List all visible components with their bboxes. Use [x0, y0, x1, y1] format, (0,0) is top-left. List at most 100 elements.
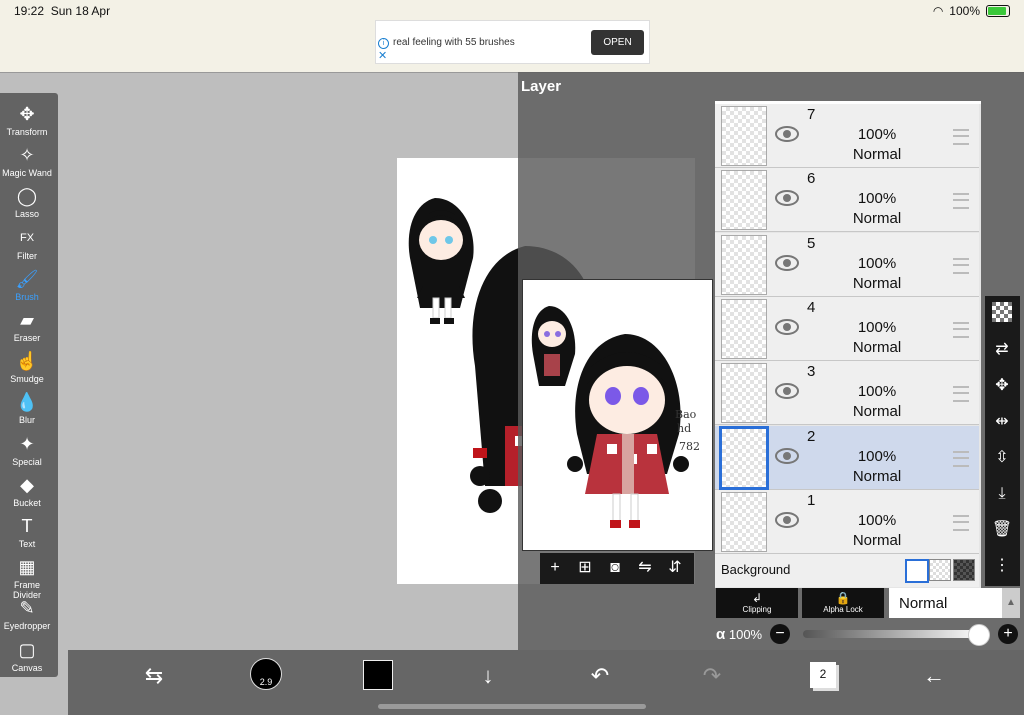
add-special-layer-icon[interactable]: ⊞: [574, 557, 596, 579]
eye-icon[interactable]: [775, 190, 799, 207]
eye-icon[interactable]: [775, 254, 799, 271]
ad-banner[interactable]: i ✕ real feeling with 55 brushes OPEN: [375, 20, 650, 64]
layer-opacity: 100%: [857, 190, 897, 208]
drag-handle-icon[interactable]: [953, 193, 969, 210]
tool-magic-wand[interactable]: ✧ Magic Wand: [0, 140, 54, 180]
redo-icon[interactable]: ↷: [694, 660, 730, 692]
layer-thumbnail[interactable]: [721, 106, 767, 166]
eye-icon[interactable]: [775, 383, 799, 400]
back-arrow-icon[interactable]: ←: [916, 660, 952, 692]
layer-number: 2: [807, 427, 816, 445]
tool-bucket[interactable]: ◆ Bucket: [0, 470, 54, 510]
color-swatch[interactable]: [363, 660, 393, 690]
blend-mode-select[interactable]: Normal ▲: [889, 588, 1020, 618]
layers-button[interactable]: 2: [810, 662, 836, 688]
trash-icon[interactable]: 🗑: [990, 518, 1014, 542]
drag-handle-icon[interactable]: [953, 450, 969, 467]
flip-horizontal-icon[interactable]: ⇋: [634, 557, 656, 579]
tool-eraser[interactable]: ▰ Eraser: [0, 305, 54, 345]
layer-thumbnail[interactable]: [719, 425, 769, 490]
move-layer-icon[interactable]: ✥: [990, 374, 1014, 398]
alpha-symbol: α: [716, 626, 726, 643]
layer-row[interactable]: 7 100% Normal: [715, 104, 979, 168]
opacity-decrease-button[interactable]: −: [770, 624, 790, 644]
tool-frame-divider[interactable]: ▦ Frame Divider: [0, 552, 54, 600]
quick-tools-icon[interactable]: ⇆: [136, 660, 172, 692]
tool-brush[interactable]: 🖌 Brush: [0, 264, 54, 304]
tool-text[interactable]: T Text: [0, 511, 54, 551]
layer-blend-mode: Normal: [852, 274, 902, 292]
ad-open-button[interactable]: OPEN: [591, 30, 644, 55]
opacity-slider-handle[interactable]: [968, 624, 990, 646]
layer-opacity: 100%: [857, 254, 897, 272]
svg-text:782: 782: [679, 440, 700, 453]
layer-opacity: 100%: [857, 126, 897, 143]
tool-label: Magic Wand: [2, 168, 52, 179]
eye-icon[interactable]: [775, 511, 799, 528]
alpha-lock-button[interactable]: 🔒 Alpha Lock: [802, 588, 884, 618]
tool-eyedropper[interactable]: ✎ Eyedropper: [0, 593, 54, 633]
layer-blend-mode: Normal: [852, 146, 902, 163]
layer-thumbnail[interactable]: [721, 298, 767, 359]
tool-blur[interactable]: 💧 Blur: [0, 387, 54, 427]
background-row[interactable]: Background: [715, 554, 979, 587]
flip-vertical-icon[interactable]: ⇵: [664, 557, 686, 579]
layer-thumbnail[interactable]: [721, 170, 767, 231]
layer-row[interactable]: 3 100% Normal: [715, 361, 979, 426]
tool-label: Text: [18, 539, 36, 549]
more-options-icon[interactable]: ⋮: [990, 554, 1014, 578]
camera-icon[interactable]: ◙: [604, 557, 626, 579]
layer-count: 2: [819, 667, 827, 681]
layer-row[interactable]: 6 100% Normal: [715, 168, 979, 233]
tool-special[interactable]: ✦ Special: [0, 429, 54, 469]
tool-lasso[interactable]: ◯ Lasso: [0, 181, 54, 221]
canvas-icon: ▢: [18, 639, 36, 660]
tool-label: Brush: [15, 291, 39, 302]
tool-canvas[interactable]: ▢ Canvas: [0, 635, 54, 675]
layer-thumbnail[interactable]: [721, 234, 767, 295]
info-icon[interactable]: i: [378, 38, 389, 49]
merge-down-icon[interactable]: ⤓: [990, 482, 1014, 506]
layer-row[interactable]: 2 100% Normal: [715, 425, 979, 490]
drag-handle-icon[interactable]: [953, 129, 969, 145]
eye-icon[interactable]: [775, 126, 799, 142]
tool-smudge[interactable]: ☝ Smudge: [0, 346, 54, 386]
background-transparent-swatch[interactable]: [929, 559, 951, 581]
smudge-icon: ☝: [15, 351, 39, 372]
flip-layer-vertical-icon[interactable]: ⇳: [990, 446, 1014, 470]
transparency-icon[interactable]: [992, 302, 1012, 322]
eye-icon[interactable]: [775, 447, 799, 464]
tool-transform[interactable]: ✥ Transform: [0, 99, 54, 139]
tool-filter[interactable]: FX Filter: [0, 223, 54, 263]
drag-handle-icon[interactable]: [953, 321, 969, 338]
add-layer-icon[interactable]: +: [544, 557, 566, 579]
layer-thumbnail[interactable]: [721, 363, 767, 424]
drag-handle-icon[interactable]: [953, 386, 969, 403]
download-icon[interactable]: ↓: [470, 660, 506, 692]
drag-handle-icon[interactable]: [953, 514, 969, 531]
undo-icon[interactable]: ↶: [582, 660, 618, 692]
layer-row[interactable]: 5 100% Normal: [715, 232, 979, 297]
brush-size-button[interactable]: 2.9: [250, 658, 282, 690]
sparkle-icon: ✦: [19, 433, 35, 454]
layer-thumbnail[interactable]: [721, 491, 767, 552]
layer-row[interactable]: 1 100% Normal: [715, 489, 979, 554]
eraser-icon: ▰: [20, 310, 34, 330]
background-dark-swatch[interactable]: [953, 559, 975, 581]
clipping-button[interactable]: ↲ Clipping: [716, 588, 798, 618]
flip-layer-horizontal-icon[interactable]: ⇹: [990, 410, 1014, 434]
opacity-increase-button[interactable]: +: [998, 624, 1018, 644]
layer-blend-mode: Normal: [852, 403, 902, 421]
opacity-slider[interactable]: [803, 630, 984, 638]
background-white-swatch[interactable]: [905, 559, 929, 583]
background-label: Background: [721, 562, 791, 577]
layer-convert-icon[interactable]: ⇄: [990, 338, 1014, 362]
drag-handle-icon[interactable]: [953, 257, 969, 274]
frame-divider-icon: ▦: [18, 557, 36, 578]
layer-panel-title: Layer: [521, 78, 562, 95]
svg-text:hd: hd: [677, 422, 691, 435]
eye-icon[interactable]: [775, 318, 799, 335]
layer-opacity: 100%: [857, 511, 897, 529]
layer-row[interactable]: 4 100% Normal: [715, 296, 979, 361]
close-icon[interactable]: ✕: [378, 49, 387, 62]
